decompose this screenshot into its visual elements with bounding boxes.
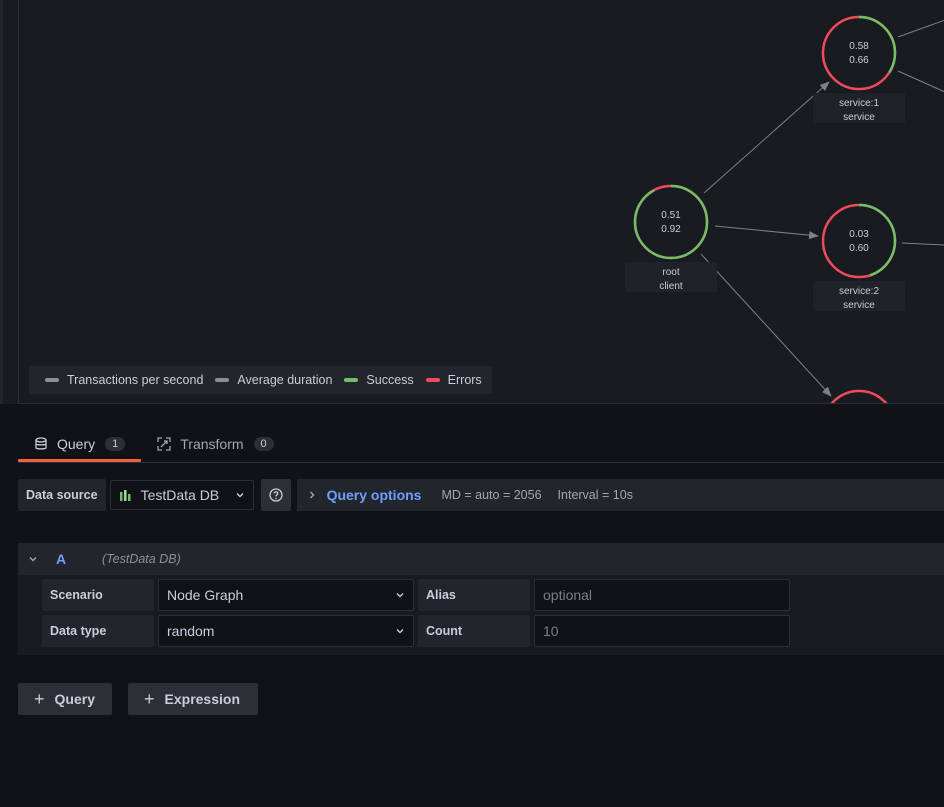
- database-icon: [35, 437, 47, 450]
- node-root[interactable]: 0.51 0.92 root client: [625, 184, 717, 292]
- legend-label: Transactions per second: [67, 373, 204, 387]
- node-stat-secondary: 0.60: [849, 243, 869, 254]
- tab-query-label: Query: [57, 436, 96, 452]
- query-row-body: Scenario Node Graph Alias optional Data …: [18, 575, 944, 655]
- scenario-select[interactable]: Node Graph: [158, 579, 414, 611]
- edge-root-service1[interactable]: [703, 81, 830, 194]
- datasource-row: Data source TestData DB Query options MD…: [18, 478, 944, 512]
- node-stat-primary: 0.58: [849, 41, 869, 52]
- add-query-label: Query: [54, 691, 95, 707]
- legend-swatch: [344, 378, 359, 382]
- chevron-down-icon: [236, 493, 244, 498]
- add-query-button[interactable]: + Query: [18, 683, 112, 715]
- query-row-header[interactable]: A (TestData DB): [18, 543, 944, 575]
- node-stat-secondary: 0.66: [849, 55, 869, 66]
- tab-query-count: 1: [105, 437, 126, 451]
- node-service2[interactable]: 0.03 0.60 service:2 service: [813, 203, 905, 311]
- legend-swatch: [45, 378, 59, 382]
- datatype-row: Data type random Count 10: [42, 615, 790, 647]
- count-label: Count: [418, 615, 530, 647]
- edge-service2-out[interactable]: [901, 242, 944, 246]
- alias-label: Alias: [418, 579, 530, 611]
- node-service1[interactable]: 0.58 0.66 service:1 service: [813, 15, 905, 123]
- tab-transform-count: 0: [253, 437, 274, 451]
- testdata-logo-icon: [119, 490, 131, 501]
- query-options-title: Query options: [326, 487, 422, 503]
- query-options-interval: Interval = 10s: [557, 488, 633, 502]
- node-graph[interactable]: 0.51 0.92 root client 0.58 0.66 service:1 servi…: [19, 0, 944, 404]
- datasource-name: TestData DB: [140, 487, 220, 503]
- transform-icon: [157, 437, 171, 451]
- datatype-label: Data type: [42, 615, 154, 647]
- edge-root-service2[interactable]: [714, 225, 819, 240]
- chevron-down-icon: [396, 629, 404, 634]
- legend-item-errors[interactable]: Errors: [425, 373, 482, 387]
- edge-service1-out-b[interactable]: [897, 70, 944, 93]
- node-title: service:2: [839, 286, 879, 297]
- scenario-label: Scenario: [42, 579, 154, 611]
- editor-tabs: Query 1 Transform 0: [18, 428, 290, 462]
- tabs-divider: [18, 462, 944, 463]
- add-expression-label: Expression: [164, 691, 240, 707]
- scenario-value: Node Graph: [167, 587, 244, 603]
- add-expression-button[interactable]: + Expression: [128, 683, 258, 715]
- chevron-down-icon: [396, 593, 404, 598]
- node-subtitle: service: [843, 112, 875, 123]
- datasource-help-button[interactable]: [260, 479, 291, 511]
- graph-legend: Transactions per second Average duration…: [29, 366, 492, 394]
- legend-label: Errors: [447, 373, 482, 387]
- plus-icon: +: [144, 689, 155, 709]
- tab-query[interactable]: Query 1: [18, 428, 142, 462]
- node-stat-primary: 0.03: [849, 229, 869, 240]
- datatype-select[interactable]: random: [158, 615, 414, 647]
- tab-transform-label: Transform: [180, 436, 244, 452]
- legend-label: Average duration: [237, 373, 333, 387]
- node-title: service:1: [839, 98, 879, 109]
- edge-service1-out-a[interactable]: [897, 19, 944, 38]
- count-input[interactable]: 10: [534, 615, 790, 647]
- node-service3-partial-ring[interactable]: [823, 389, 895, 404]
- legend-item-avg-duration[interactable]: Average duration: [215, 373, 332, 387]
- legend-swatch: [215, 378, 230, 382]
- datasource-label: Data source: [18, 479, 106, 511]
- chevron-right-icon: [309, 491, 315, 499]
- legend-label: Success: [366, 373, 414, 387]
- query-options-toggle[interactable]: Query options MD = auto = 2056 Interval …: [296, 479, 944, 511]
- node-title: root: [662, 267, 679, 278]
- query-options-md: MD = auto = 2056: [441, 488, 542, 502]
- node-subtitle: client: [659, 281, 683, 292]
- legend-swatch: [425, 378, 440, 382]
- query-letter: A: [56, 551, 67, 567]
- question-circle-icon: [268, 488, 283, 502]
- edge-root-service3[interactable]: [700, 253, 832, 397]
- tab-transform[interactable]: Transform 0: [141, 428, 289, 460]
- scenario-row: Scenario Node Graph Alias optional: [42, 579, 790, 611]
- chevron-down-icon[interactable]: [28, 554, 38, 564]
- alias-input[interactable]: optional: [534, 579, 790, 611]
- node-graph-panel: 0.51 0.92 root client 0.58 0.66 service:1 servi…: [18, 0, 944, 404]
- datatype-value: random: [167, 623, 215, 639]
- node-stat-secondary: 0.92: [661, 224, 681, 235]
- node-stat-primary: 0.51: [661, 210, 681, 221]
- legend-item-success[interactable]: Success: [344, 373, 414, 387]
- datasource-picker[interactable]: TestData DB: [109, 480, 254, 510]
- query-datasource-name: (TestData DB): [102, 552, 181, 566]
- node-subtitle: service: [843, 300, 875, 311]
- plus-icon: +: [34, 689, 45, 709]
- legend-item-tps[interactable]: Transactions per second: [45, 373, 203, 387]
